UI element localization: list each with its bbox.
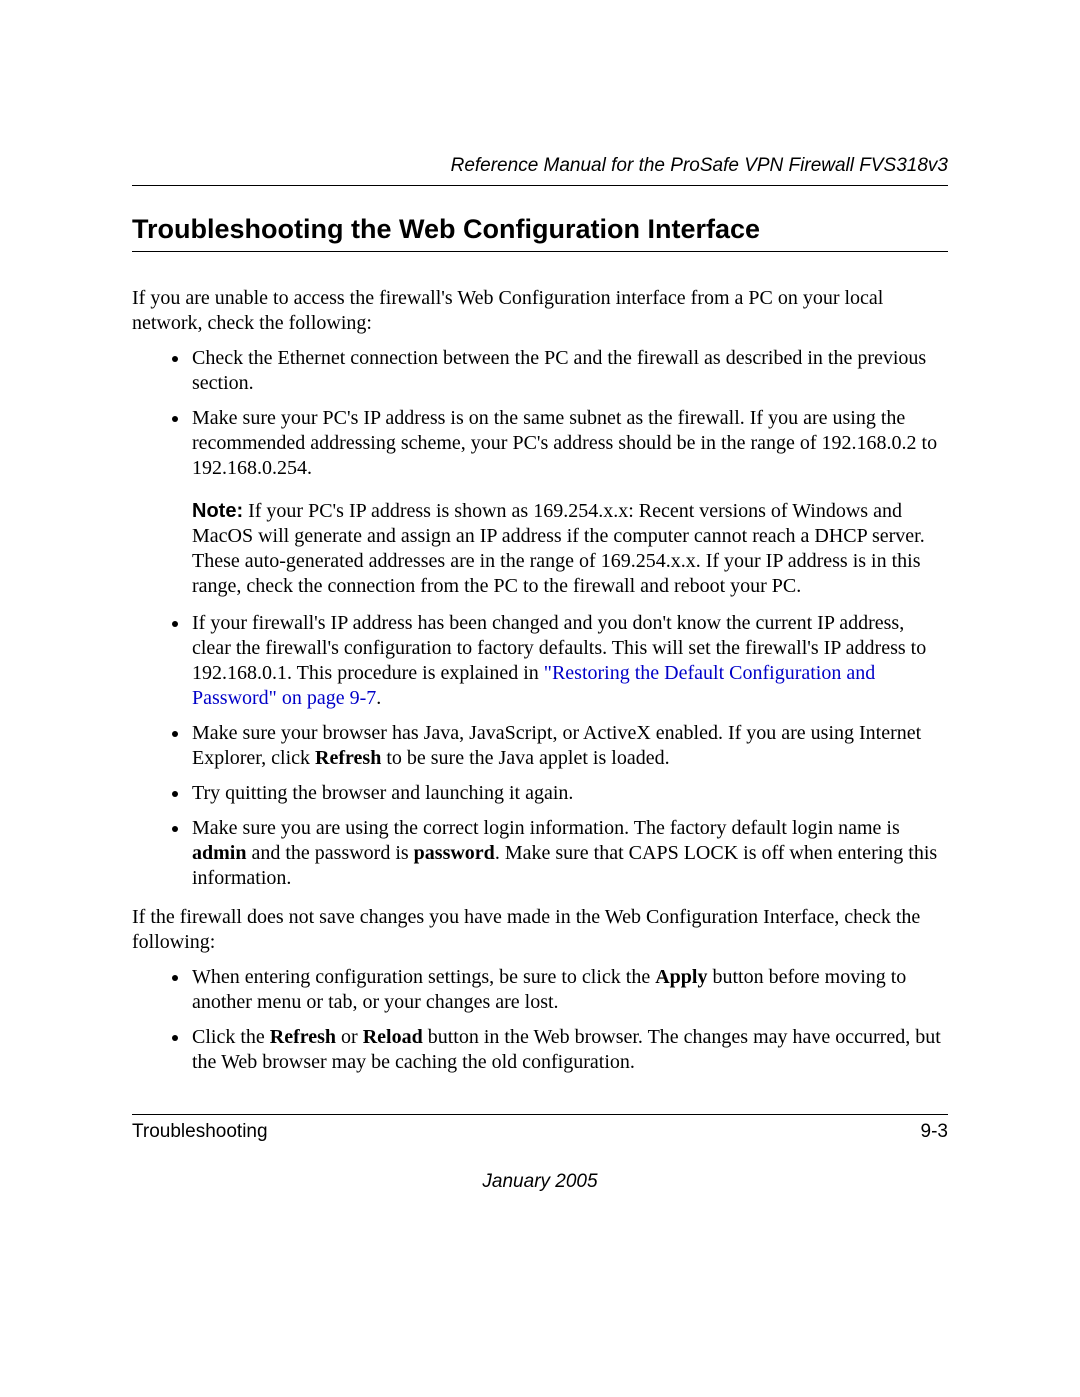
- refresh2-bold: Refresh: [270, 1026, 336, 1048]
- password-bold: password: [414, 842, 495, 864]
- bullet-factory-post: .: [376, 687, 381, 709]
- section-heading: Troubleshooting the Web Configuration In…: [132, 214, 948, 245]
- apply-pre: When entering configuration settings, be…: [192, 966, 655, 988]
- footer-rule: [132, 1114, 948, 1115]
- login-mid: and the password is: [246, 842, 413, 864]
- bullet-quit-browser: Try quitting the browser and launching i…: [190, 781, 948, 806]
- refresh-bold: Refresh: [315, 747, 381, 769]
- footer-date: January 2005: [0, 1171, 1080, 1193]
- bullet-java-post: to be sure the Java applet is loaded.: [381, 747, 669, 769]
- page-footer: Troubleshooting 9-3: [132, 1114, 948, 1143]
- footer-page-number: 9-3: [921, 1121, 948, 1143]
- bullet-ethernet: Check the Ethernet connection between th…: [190, 346, 948, 396]
- bullet-refresh-reload: Click the Refresh or Reload button in th…: [190, 1025, 948, 1075]
- header-rule: [132, 185, 948, 186]
- login-pre: Make sure you are using the correct logi…: [192, 817, 900, 839]
- bullet-ip-subnet-text: Make sure your PC's IP address is on the…: [192, 407, 937, 479]
- bullet-factory-reset: If your firewall's IP address has been c…: [190, 611, 948, 711]
- rr-mid: or: [336, 1026, 363, 1048]
- running-header: Reference Manual for the ProSafe VPN Fir…: [132, 155, 948, 177]
- checklist-2: When entering configuration settings, be…: [132, 965, 948, 1075]
- document-page: Reference Manual for the ProSafe VPN Fir…: [0, 0, 1080, 1397]
- rr-pre: Click the: [192, 1026, 270, 1048]
- intro-paragraph-2: If the firewall does not save changes yo…: [132, 905, 948, 955]
- note-text: If your PC's IP address is shown as 169.…: [192, 500, 925, 597]
- note-label: Note:: [192, 500, 243, 522]
- reload-bold: Reload: [363, 1026, 423, 1048]
- bullet-login-info: Make sure you are using the correct logi…: [190, 816, 948, 891]
- bullet-ip-subnet: Make sure your PC's IP address is on the…: [190, 406, 948, 599]
- footer-section-name: Troubleshooting: [132, 1121, 268, 1143]
- checklist-1: Check the Ethernet connection between th…: [132, 346, 948, 891]
- note-block: Note: If your PC's IP address is shown a…: [192, 499, 948, 599]
- bullet-apply: When entering configuration settings, be…: [190, 965, 948, 1015]
- admin-bold: admin: [192, 842, 246, 864]
- section-underline: [132, 251, 948, 252]
- apply-bold: Apply: [655, 966, 707, 988]
- bullet-browser-java: Make sure your browser has Java, JavaScr…: [190, 721, 948, 771]
- intro-paragraph: If you are unable to access the firewall…: [132, 286, 948, 336]
